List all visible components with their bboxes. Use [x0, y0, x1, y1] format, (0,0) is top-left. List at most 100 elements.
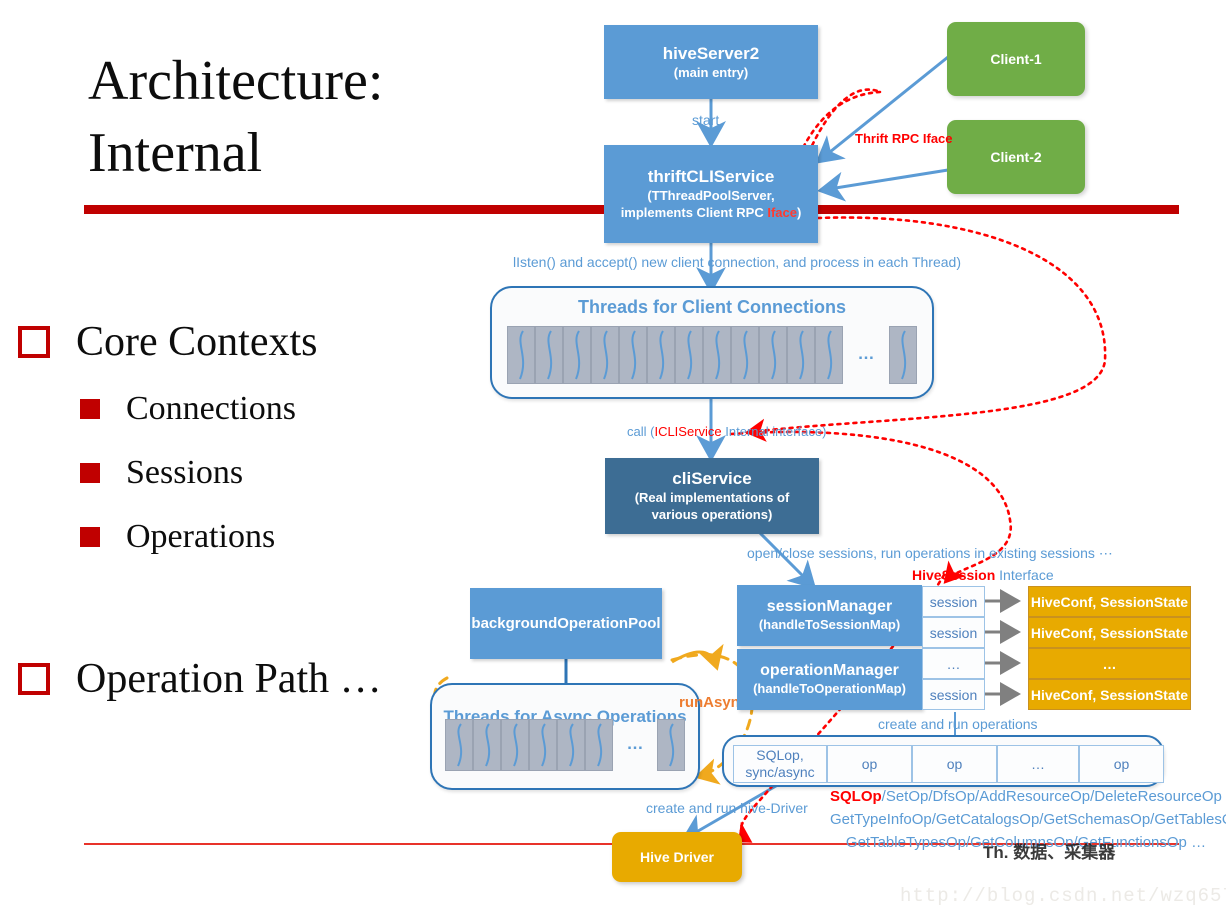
label-start: start: [692, 112, 720, 128]
label-hivesession: HiveSession: [912, 567, 996, 583]
node-background-operation-pool[interactable]: backgroundOperationPool: [470, 588, 662, 659]
bullet-square-filled-icon: [80, 399, 100, 419]
session-state-cell[interactable]: HiveConf, SessionState: [1028, 586, 1191, 617]
label-create-run-operations: create and run operations: [878, 716, 1038, 732]
node-subtitle-iface: Iface: [767, 205, 797, 220]
node-label: Client-1: [990, 51, 1042, 67]
page-title-line2: Internal: [88, 122, 263, 184]
node-subtitle-line2: various operations): [651, 507, 773, 522]
page-title-line1: Architecture:: [88, 50, 384, 112]
bullet-core-contexts: Core Contexts: [18, 318, 317, 366]
page-title: Architecture: Internal: [88, 45, 608, 189]
label-interface-suffix: Interface: [995, 567, 1054, 583]
thread-item: [585, 719, 613, 771]
node-hiveserver2[interactable]: hiveServer2 (main entry): [604, 25, 818, 99]
operation-list-highlight: SQLOp: [830, 788, 882, 805]
session-state-cell[interactable]: HiveConf, SessionState: [1028, 679, 1191, 710]
slide-canvas: Architecture: Internal Core Contexts Con…: [0, 0, 1226, 918]
node-subtitle-prefix: implements Client RPC: [620, 205, 768, 220]
operation-cell[interactable]: …: [997, 745, 1079, 783]
bullet-square-hollow-icon: [18, 663, 50, 695]
label-thrift-rpc-iface: Thrift RPC Iface: [855, 131, 953, 146]
bullet-label: Operations: [126, 518, 276, 555]
thread-item: [591, 326, 619, 384]
node-label: backgroundOperationPool: [471, 615, 661, 632]
bullet-square-filled-icon: [80, 463, 100, 483]
label-call-prefix: call (: [627, 424, 655, 439]
pool-title: Threads for Client Connections: [577, 297, 847, 317]
node-thriftcliservice[interactable]: thriftCLIService (TThreadPoolServer, imp…: [604, 145, 818, 243]
operation-cell[interactable]: op: [827, 745, 912, 783]
node-client-2[interactable]: Client-2: [947, 120, 1085, 194]
node-subtitle: (main entry): [673, 64, 749, 80]
node-title: sessionManager: [766, 598, 893, 615]
thread-item: [787, 326, 815, 384]
node-label: Client-2: [990, 149, 1042, 165]
thread-item: [759, 326, 787, 384]
node-subtitle-line1: (TThreadPoolServer,: [647, 188, 775, 203]
node-subtitle-line2: implements Client RPC Iface): [621, 204, 802, 221]
bullet-connections: Connections: [80, 390, 296, 428]
operation-cell-line1: SQLop,: [756, 747, 804, 763]
operation-cell-sqlop[interactable]: SQLop, sync/async: [733, 745, 827, 783]
thread-item: [657, 719, 685, 771]
thread-item: [529, 719, 557, 771]
node-subtitle: (handleToSessionMap): [758, 617, 901, 632]
thread-item: [507, 326, 535, 384]
thread-item: [703, 326, 731, 384]
operation-list-line1: SQLOp/SetOp/DfsOp/AddResourceOp/DeleteRe…: [830, 788, 1226, 805]
label-call-suffix: Internal interface): [721, 424, 827, 439]
thread-item: [445, 719, 473, 771]
thread-item: [501, 719, 529, 771]
operation-cell[interactable]: op: [912, 745, 997, 783]
label-create-run-hive-driver: create and run hive-Driver: [646, 800, 808, 816]
bullet-label: Operation Path …: [76, 656, 382, 702]
bullet-label: Sessions: [126, 454, 244, 491]
operation-list-text: /SetOp/DfsOp/AddResourceOp/DeleteResourc…: [881, 788, 1226, 805]
thread-ellipsis: …: [626, 734, 644, 753]
cjk-overlay-text: Th. 数据、采集器: [983, 843, 1116, 862]
thread-item: [889, 326, 917, 384]
thread-item: [619, 326, 647, 384]
operation-cell[interactable]: op: [1079, 745, 1164, 783]
thread-item: [647, 326, 675, 384]
node-label: Hive Driver: [640, 849, 714, 865]
thread-item: [815, 326, 843, 384]
node-title: thriftCLIService: [647, 167, 775, 186]
node-session-manager[interactable]: sessionManager (handleToSessionMap): [737, 585, 922, 646]
watermark: http://blog.csdn.net/wzq6578702: [900, 885, 1226, 907]
node-title: hiveServer2: [662, 43, 760, 63]
bullet-label: Connections: [126, 390, 296, 427]
session-cell[interactable]: …: [922, 648, 985, 679]
operation-cell-line2: sync/async: [745, 764, 815, 780]
pool-async-threads: Threads for Async Operations …: [430, 683, 700, 790]
label-hivesession-interface: HiveSession Interface: [912, 567, 1054, 583]
thread-list: …: [432, 719, 698, 771]
bullet-operation-path: Operation Path …: [18, 655, 382, 703]
node-title: cliService: [672, 469, 752, 488]
session-cell[interactable]: session: [922, 586, 985, 617]
node-client-1[interactable]: Client-1: [947, 22, 1085, 96]
session-cell[interactable]: session: [922, 617, 985, 648]
label-call-iface: ICLIService: [654, 424, 722, 439]
session-cell[interactable]: session: [922, 679, 985, 710]
session-state-cell[interactable]: HiveConf, SessionState: [1028, 617, 1191, 648]
thread-item: [535, 326, 563, 384]
bullet-operations: Operations: [80, 518, 275, 556]
session-state-cell[interactable]: …: [1028, 648, 1191, 679]
thread-item: [557, 719, 585, 771]
bullet-label: Core Contexts: [76, 319, 318, 365]
node-subtitle-line1: (Real implementations of: [634, 490, 790, 505]
node-subtitle: (handleToOperationMap): [753, 681, 906, 696]
operation-list-line2: GetTypeInfoOp/GetCatalogsOp/GetSchemasOp…: [830, 811, 1226, 828]
node-operation-manager[interactable]: operationManager (handleToOperationMap): [737, 649, 922, 710]
node-cliservice[interactable]: cliService (Real implementations of vari…: [605, 458, 819, 534]
thread-item: [473, 719, 501, 771]
label-listen-accept: lIsten() and accept() new client connect…: [513, 254, 961, 270]
node-subtitle-suffix: ): [796, 205, 802, 220]
thread-item: [731, 326, 759, 384]
bullet-sessions: Sessions: [80, 454, 243, 492]
node-title: operationManager: [760, 662, 899, 679]
label-call-iclisservice: call (ICLIService Internal interface): [627, 424, 826, 439]
node-hive-driver[interactable]: Hive Driver: [612, 832, 742, 882]
